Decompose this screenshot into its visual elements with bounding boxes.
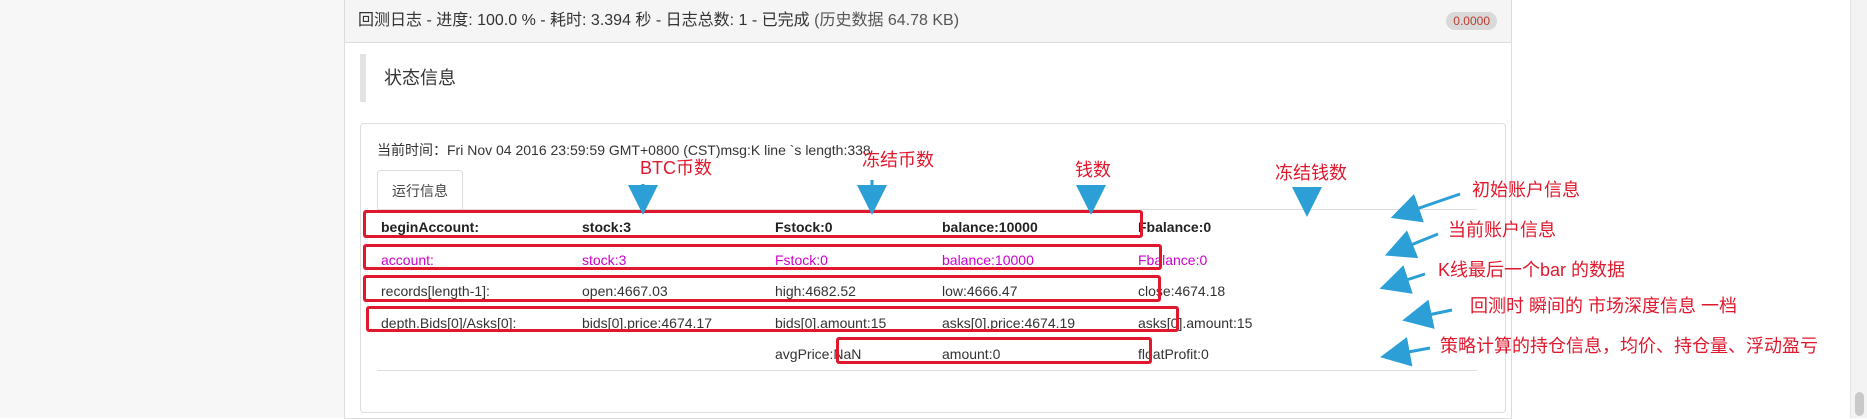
arrow-left-position-info-icon <box>1380 336 1431 367</box>
annotation-arrows <box>628 180 1461 367</box>
arrow-left-current-account-icon <box>1384 230 1439 259</box>
arrow-left-last-bar-icon <box>1379 265 1426 294</box>
arrow-left-market-depth-icon <box>1402 299 1453 329</box>
arrow-left-initial-account-icon <box>1390 192 1461 223</box>
